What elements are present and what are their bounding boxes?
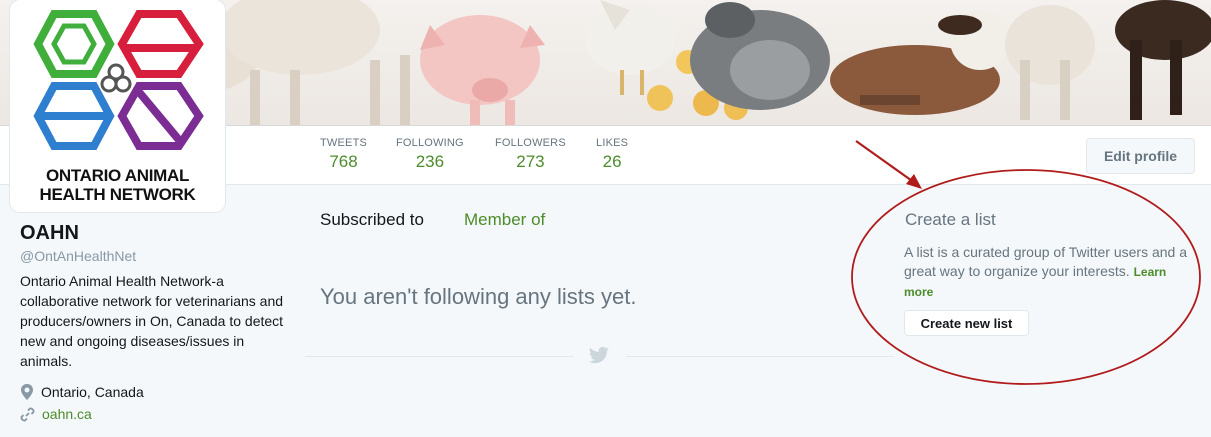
avatar[interactable]: ONTARIO ANIMAL HEALTH NETWORK — [10, 0, 225, 212]
edit-profile-button[interactable]: Edit profile — [1086, 138, 1195, 174]
stream-end-divider — [626, 356, 894, 357]
stat-likes[interactable]: LIKES 26 — [596, 137, 628, 172]
avatar-org-name-line2: HEALTH NETWORK — [39, 185, 196, 204]
profile-location: Ontario, Canada — [20, 384, 144, 400]
tab-subscribed-to[interactable]: Subscribed to — [320, 210, 424, 230]
create-list-description: A list is a curated group of Twitter use… — [904, 243, 1189, 302]
twitter-bird-icon — [588, 346, 610, 364]
stat-followers[interactable]: FOLLOWERS 273 — [495, 137, 566, 172]
website-link[interactable]: oahn.ca — [42, 406, 92, 422]
stat-value: 236 — [415, 152, 445, 171]
profile-bio: Ontario Animal Health Network-a collabor… — [20, 273, 284, 369]
location-text: Ontario, Canada — [41, 384, 144, 400]
create-list-title: Create a list — [905, 210, 996, 229]
empty-lists-message: You aren't following any lists yet. — [320, 284, 637, 309]
stat-value: 26 — [602, 152, 622, 171]
profile-name[interactable]: OAHN — [20, 222, 79, 245]
tab-member-of[interactable]: Member of — [464, 210, 545, 230]
stat-value: 273 — [516, 152, 545, 171]
stat-tweets[interactable]: TWEETS 768 — [320, 137, 367, 172]
profile-website[interactable]: oahn.ca — [20, 406, 92, 422]
link-icon — [20, 407, 35, 421]
stream-end-divider — [305, 356, 573, 357]
avatar-org-name-line1: ONTARIO ANIMAL — [45, 166, 190, 185]
stat-label: FOLLOWING — [396, 137, 464, 149]
profile-handle[interactable]: @OntAnHealthNet — [20, 248, 136, 264]
create-new-list-button[interactable]: Create new list — [904, 310, 1029, 336]
stat-label: TWEETS — [320, 137, 368, 149]
stat-label: FOLLOWERS — [495, 137, 566, 149]
oahn-logo-icon — [33, 10, 204, 150]
stat-following[interactable]: FOLLOWING 236 — [396, 137, 464, 172]
stat-value: 768 — [329, 152, 358, 171]
map-pin-icon — [21, 384, 33, 400]
stat-label: LIKES — [596, 137, 629, 149]
